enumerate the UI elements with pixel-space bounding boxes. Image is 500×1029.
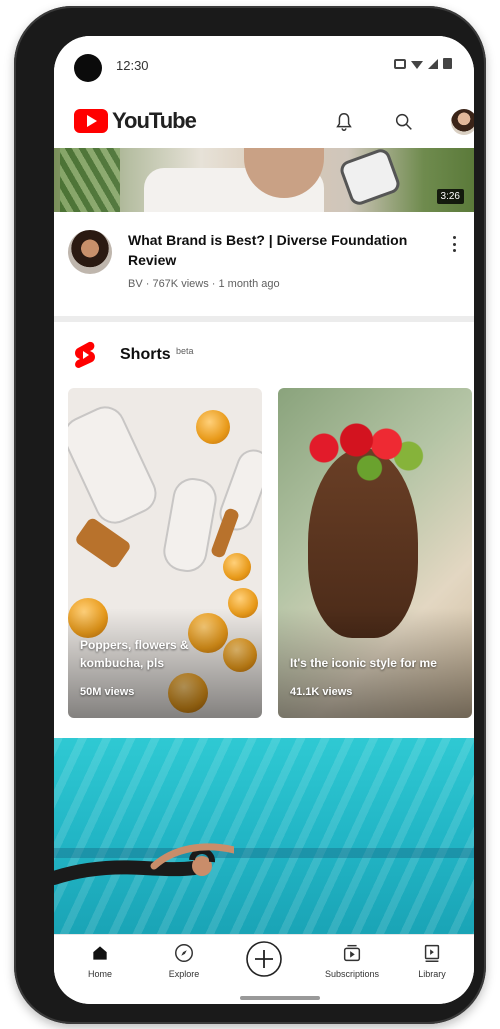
video-thumbnail[interactable] [54,738,474,934]
fruit-shape [223,553,251,581]
nav-label: Library [418,969,446,979]
app-screen: 12:30 YouTube 3:26 What Brand is Best? |… [54,36,474,1004]
vibrate-icon [394,59,406,69]
bottle-shape [209,507,241,559]
short-views: 41.1K views [290,686,353,698]
nav-subscriptions[interactable]: Subscriptions [310,941,394,991]
flower-crown [298,408,428,488]
nav-label: Subscriptions [324,969,380,979]
subscriptions-icon [343,944,361,962]
status-icons [394,58,452,69]
glass-shape [160,474,220,576]
nav-create[interactable] [222,941,306,991]
more-options-icon[interactable] [446,232,462,256]
bottom-navigation: Home Explore Subscriptions Library [54,934,474,1004]
bottle-shape [73,516,133,570]
compass-icon [175,944,193,962]
nav-home[interactable]: Home [58,941,142,991]
youtube-play-icon [74,109,108,133]
short-card[interactable]: It's the iconic style for me 41.1K views [278,388,472,718]
home-icon [93,946,107,960]
nav-library[interactable]: Library [390,941,474,991]
shorts-icon [75,341,95,368]
library-icon [424,944,440,962]
avatar [451,109,474,135]
notifications-button[interactable] [330,108,358,136]
nav-explore[interactable]: Explore [142,941,226,991]
glass-shape [68,399,164,531]
short-caption: It's the iconic style for me [290,656,437,670]
signal-icon [428,59,438,69]
short-views: 50M views [80,686,135,698]
home-indicator [240,996,320,1000]
thumbnail-product [337,148,403,208]
video-meta: BV · 767K views · 1 month ago [128,278,280,290]
short-card[interactable]: Poppers, flowers & kombucha, pls 50M vie… [68,388,262,718]
shorts-label: Shorts [120,346,171,363]
bell-icon [336,113,352,131]
shorts-header: Shorts beta [54,336,474,376]
video-thumbnail[interactable]: 3:26 [54,148,474,212]
status-time: 12:30 [116,58,149,73]
nav-label: Home [87,969,112,979]
video-title[interactable]: What Brand is Best? | Diverse Foundation… [128,230,448,270]
video-duration: 3:26 [436,189,464,204]
phone-frame: 12:30 YouTube 3:26 What Brand is Best? |… [14,6,486,1024]
battery-icon [443,58,452,69]
short-caption: Poppers, flowers & kombucha, pls [80,638,189,670]
logo-text: YouTube [112,108,197,133]
fruit-shape [196,410,230,444]
beta-badge: beta [176,346,194,356]
youtube-logo[interactable]: YouTube [74,108,197,134]
video-info[interactable]: What Brand is Best? | Diverse Foundation… [54,212,474,316]
status-bar: 12:30 [54,36,474,96]
search-button[interactable] [390,108,418,136]
account-button[interactable] [450,108,474,136]
search-icon [395,113,412,130]
front-camera [74,54,102,82]
swimmer-image [54,843,234,885]
nav-label: Explore [168,969,200,979]
shorts-shelf: Poppers, flowers & kombucha, pls 50M vie… [68,388,474,718]
channel-avatar[interactable] [68,230,112,274]
section-divider [54,316,474,322]
app-header: YouTube [54,96,474,148]
create-icon [246,941,282,977]
wifi-icon [411,61,423,69]
thumbnail-plant [60,148,120,212]
